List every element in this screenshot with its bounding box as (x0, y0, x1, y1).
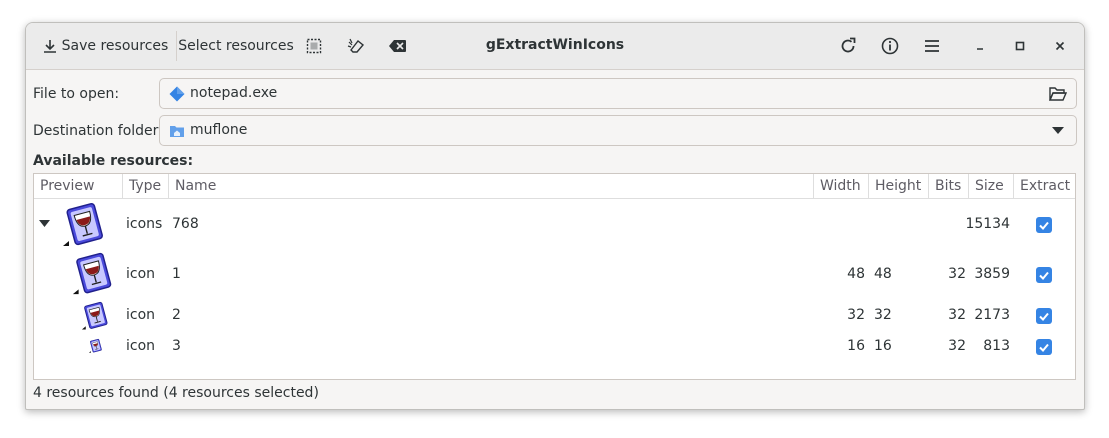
file-chooser-button[interactable]: notepad.exe (159, 78, 1077, 109)
row-width: 32 (847, 307, 865, 323)
checkmark-icon (1039, 312, 1049, 321)
table-row[interactable]: icons 768 15134 (34, 200, 1075, 250)
row-type: icon (126, 338, 156, 354)
row-name: 1 (172, 266, 181, 282)
minimize-button[interactable] (966, 31, 994, 61)
column-header-name[interactable]: Name (169, 174, 814, 199)
row-size: 3859 (974, 266, 1010, 282)
row-size: 2173 (974, 307, 1010, 323)
home-folder-icon (170, 126, 184, 137)
file-value: notepad.exe (190, 85, 278, 101)
refresh-button[interactable] (834, 31, 862, 61)
app-window: Save resources Select resources gExtract… (25, 22, 1085, 410)
extract-checkbox[interactable] (1036, 339, 1052, 355)
close-button[interactable] (1046, 31, 1074, 61)
maximize-icon (1015, 41, 1025, 51)
column-header-size[interactable]: Size (969, 174, 1014, 199)
row-name: 3 (172, 338, 181, 354)
collapse-arrow-icon[interactable] (39, 220, 50, 228)
row-width: 16 (847, 338, 865, 354)
destination-folder-label: Destination folder: (33, 123, 163, 139)
available-resources-title: Available resources: (33, 153, 194, 169)
wine-glass-icon (88, 338, 102, 353)
executable-file-icon (169, 86, 185, 102)
checkmark-icon (1039, 221, 1049, 230)
column-header-width[interactable]: Width (814, 174, 869, 199)
destination-folder-combo[interactable]: muflone (159, 115, 1077, 146)
minimize-icon (977, 48, 983, 50)
column-header-type[interactable]: Type (123, 174, 169, 199)
wine-glass-icon (81, 301, 108, 330)
extract-checkbox[interactable] (1036, 217, 1052, 233)
row-name: 768 (172, 216, 199, 232)
hamburger-menu-icon (925, 40, 939, 52)
row-height: 16 (874, 338, 892, 354)
column-header-height[interactable]: Height (869, 174, 929, 199)
destination-value: muflone (190, 122, 248, 138)
maximize-button[interactable] (1006, 31, 1034, 61)
refresh-icon (841, 37, 856, 53)
main-menu-button[interactable] (918, 31, 946, 61)
row-size: 15134 (965, 216, 1010, 232)
chevron-down-icon (1052, 127, 1064, 134)
checkmark-icon (1039, 343, 1049, 352)
row-height: 48 (874, 266, 892, 282)
table-row[interactable]: icon 3 16 16 32 813 (34, 334, 1075, 360)
close-icon (1055, 41, 1065, 51)
resources-tree: Preview Type Name Width Height Bits Size… (33, 173, 1076, 380)
about-button[interactable] (876, 31, 904, 61)
row-width: 48 (847, 266, 865, 282)
row-name: 2 (172, 307, 181, 323)
column-header-extract[interactable]: Extract (1014, 174, 1075, 199)
table-row[interactable]: icon 2 32 32 32 2173 (34, 298, 1075, 334)
extract-checkbox[interactable] (1036, 267, 1052, 283)
row-size: 813 (983, 338, 1010, 354)
status-bar: 4 resources found (4 resources selected) (33, 385, 319, 401)
row-type: icon (126, 266, 156, 282)
column-header-preview[interactable]: Preview (34, 174, 123, 199)
file-to-open-label: File to open: (33, 86, 120, 102)
row-type: icons (126, 216, 163, 232)
checkmark-icon (1039, 271, 1049, 280)
info-icon (881, 37, 899, 55)
row-type: icon (126, 307, 156, 323)
row-height: 32 (874, 307, 892, 323)
column-header-bits[interactable]: Bits (929, 174, 969, 199)
table-row[interactable]: icon 1 48 48 32 3859 (34, 250, 1075, 298)
wine-glass-icon (72, 252, 112, 295)
header-bar: Save resources Select resources gExtract… (26, 23, 1084, 70)
wine-glass-icon (63, 202, 103, 246)
open-folder-icon (1049, 87, 1067, 101)
extract-checkbox[interactable] (1036, 308, 1052, 324)
